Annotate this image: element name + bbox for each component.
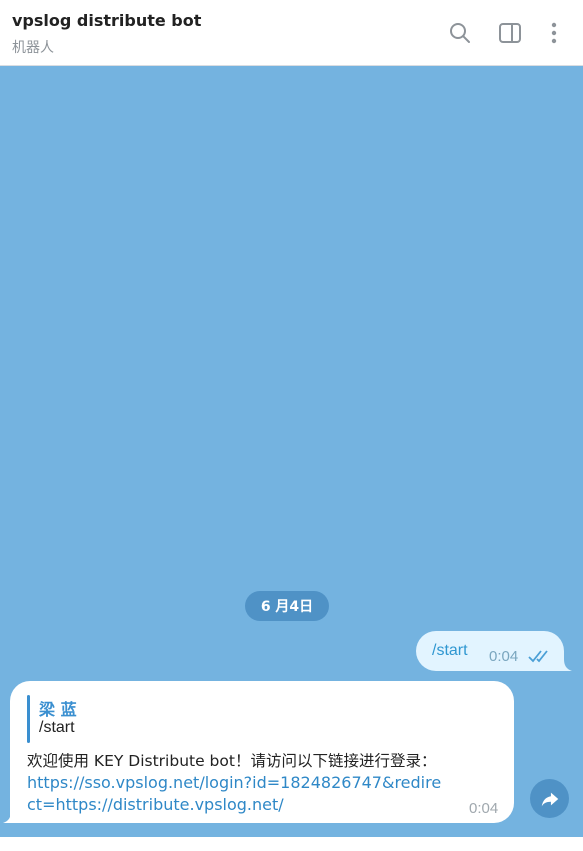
reply-sender-name[interactable]: 梁 蓝 [39, 696, 77, 720]
login-link[interactable]: https://sso.vpslog.net/login?id=18248267… [27, 772, 447, 816]
more-icon[interactable] [542, 21, 566, 45]
incoming-message-time: 0:04 [469, 800, 499, 817]
chat-header: vpslog distribute bot 机器人 [0, 0, 583, 66]
share-icon [541, 792, 558, 806]
message-list[interactable]: 6 月4日 /start 0:04 梁 蓝 /start 欢迎使用 KEY Di… [0, 67, 583, 837]
outgoing-message-text: /start [432, 642, 468, 659]
outgoing-message-time: 0:04 [489, 648, 519, 665]
search-icon[interactable] [448, 21, 472, 45]
chat-subtitle: 机器人 [12, 40, 54, 56]
chat-title[interactable]: vpslog distribute bot [12, 11, 201, 30]
incoming-message[interactable]: 梁 蓝 /start 欢迎使用 KEY Distribute bot！请访问以下… [10, 681, 514, 823]
incoming-message-text: 欢迎使用 KEY Distribute bot！请访问以下链接进行登录： [27, 752, 437, 770]
date-separator: 6 月4日 [245, 591, 329, 621]
double-check-icon [528, 650, 548, 663]
share-button[interactable] [530, 779, 569, 818]
composer-area-edge [0, 837, 583, 851]
reply-quote-bar [27, 695, 30, 743]
outgoing-message[interactable]: /start 0:04 [416, 631, 564, 671]
reply-quoted-text[interactable]: /start [39, 719, 75, 737]
side-panel-icon[interactable] [498, 21, 522, 45]
